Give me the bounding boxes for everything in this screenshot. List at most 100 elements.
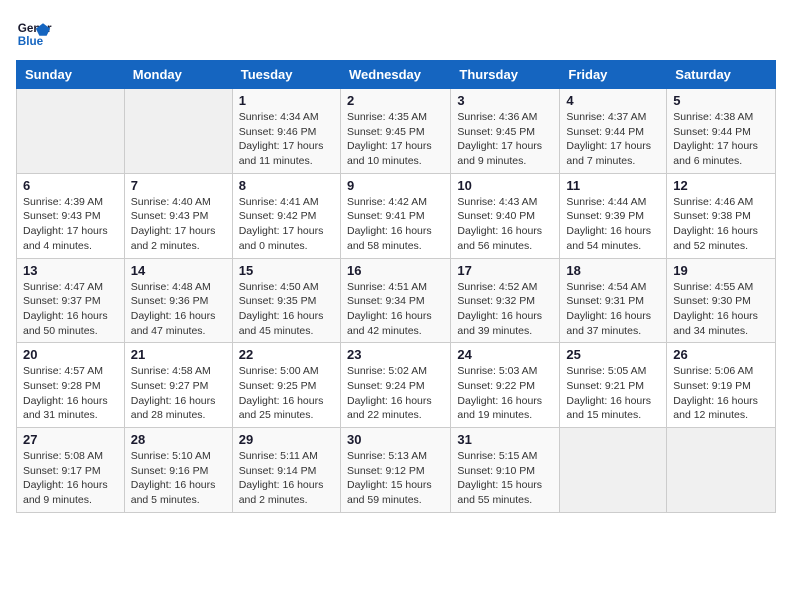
day-number: 10 [457,178,553,193]
calendar-cell: 2 Sunrise: 4:35 AM Sunset: 9:45 PM Daylig… [340,89,450,174]
calendar-cell: 13 Sunrise: 4:47 AM Sunset: 9:37 PM Dayli… [17,258,125,343]
day-number: 27 [23,432,118,447]
day-number: 2 [347,93,444,108]
day-number: 6 [23,178,118,193]
calendar-cell: 16 Sunrise: 4:51 AM Sunset: 9:34 PM Dayli… [340,258,450,343]
header-sunday: Sunday [17,61,125,89]
day-info: Sunrise: 4:52 AM Sunset: 9:32 PM Dayligh… [457,280,553,339]
day-number: 23 [347,347,444,362]
day-info: Sunrise: 5:05 AM Sunset: 9:21 PM Dayligh… [566,364,660,423]
logo: General Blue [16,16,52,52]
header-monday: Monday [124,61,232,89]
day-info: Sunrise: 4:51 AM Sunset: 9:34 PM Dayligh… [347,280,444,339]
day-info: Sunrise: 5:03 AM Sunset: 9:22 PM Dayligh… [457,364,553,423]
calendar-cell: 30 Sunrise: 5:13 AM Sunset: 9:12 PM Dayli… [340,428,450,513]
day-info: Sunrise: 5:13 AM Sunset: 9:12 PM Dayligh… [347,449,444,508]
day-info: Sunrise: 5:00 AM Sunset: 9:25 PM Dayligh… [239,364,334,423]
calendar-cell: 7 Sunrise: 4:40 AM Sunset: 9:43 PM Daylig… [124,173,232,258]
header-thursday: Thursday [451,61,560,89]
day-info: Sunrise: 5:08 AM Sunset: 9:17 PM Dayligh… [23,449,118,508]
calendar-week-4: 20 Sunrise: 4:57 AM Sunset: 9:28 PM Dayli… [17,343,776,428]
calendar-table: SundayMondayTuesdayWednesdayThursdayFrid… [16,60,776,513]
day-number: 22 [239,347,334,362]
day-info: Sunrise: 5:10 AM Sunset: 9:16 PM Dayligh… [131,449,226,508]
day-number: 28 [131,432,226,447]
day-number: 20 [23,347,118,362]
calendar-week-5: 27 Sunrise: 5:08 AM Sunset: 9:17 PM Dayli… [17,428,776,513]
header-wednesday: Wednesday [340,61,450,89]
calendar-cell: 1 Sunrise: 4:34 AM Sunset: 9:46 PM Daylig… [232,89,340,174]
day-number: 30 [347,432,444,447]
day-info: Sunrise: 4:46 AM Sunset: 9:38 PM Dayligh… [673,195,769,254]
day-number: 19 [673,263,769,278]
calendar-cell: 11 Sunrise: 4:44 AM Sunset: 9:39 PM Dayli… [560,173,667,258]
calendar-cell: 12 Sunrise: 4:46 AM Sunset: 9:38 PM Dayli… [667,173,776,258]
day-info: Sunrise: 4:44 AM Sunset: 9:39 PM Dayligh… [566,195,660,254]
header: General Blue [16,16,776,52]
day-number: 16 [347,263,444,278]
day-info: Sunrise: 5:15 AM Sunset: 9:10 PM Dayligh… [457,449,553,508]
calendar-cell: 25 Sunrise: 5:05 AM Sunset: 9:21 PM Dayli… [560,343,667,428]
svg-text:Blue: Blue [18,35,44,48]
day-number: 29 [239,432,334,447]
day-number: 17 [457,263,553,278]
day-number: 12 [673,178,769,193]
calendar-header-row: SundayMondayTuesdayWednesdayThursdayFrid… [17,61,776,89]
calendar-cell: 18Sunrise: 4:54 AM Sunset: 9:31 PM Dayli… [560,258,667,343]
day-number: 9 [347,178,444,193]
day-number: 5 [673,93,769,108]
day-number: 25 [566,347,660,362]
header-friday: Friday [560,61,667,89]
calendar-cell: 27 Sunrise: 5:08 AM Sunset: 9:17 PM Dayli… [17,428,125,513]
day-number: 11 [566,178,660,193]
day-number: 13 [23,263,118,278]
calendar-cell [667,428,776,513]
calendar-cell: 19 Sunrise: 4:55 AM Sunset: 9:30 PM Dayli… [667,258,776,343]
calendar-cell: 28 Sunrise: 5:10 AM Sunset: 9:16 PM Dayli… [124,428,232,513]
calendar-cell: 29 Sunrise: 5:11 AM Sunset: 9:14 PM Dayli… [232,428,340,513]
header-tuesday: Tuesday [232,61,340,89]
calendar-cell: 21 Sunrise: 4:58 AM Sunset: 9:27 PM Dayli… [124,343,232,428]
day-info: Sunrise: 4:38 AM Sunset: 9:44 PM Dayligh… [673,110,769,169]
day-info: Sunrise: 4:57 AM Sunset: 9:28 PM Dayligh… [23,364,118,423]
day-info: Sunrise: 5:06 AM Sunset: 9:19 PM Dayligh… [673,364,769,423]
day-number: 7 [131,178,226,193]
calendar-cell [560,428,667,513]
day-info: Sunrise: 4:37 AM Sunset: 9:44 PM Dayligh… [566,110,660,169]
calendar-week-2: 6Sunrise: 4:39 AM Sunset: 9:43 PM Daylig… [17,173,776,258]
day-number: 15 [239,263,334,278]
day-number: 14 [131,263,226,278]
day-number: 26 [673,347,769,362]
calendar-cell [124,89,232,174]
calendar-cell: 8 Sunrise: 4:41 AM Sunset: 9:42 PM Daylig… [232,173,340,258]
calendar-cell: 3 Sunrise: 4:36 AM Sunset: 9:45 PM Daylig… [451,89,560,174]
day-info: Sunrise: 4:35 AM Sunset: 9:45 PM Dayligh… [347,110,444,169]
day-info: Sunrise: 4:47 AM Sunset: 9:37 PM Dayligh… [23,280,118,339]
day-number: 8 [239,178,334,193]
day-number: 3 [457,93,553,108]
day-info: Sunrise: 4:34 AM Sunset: 9:46 PM Dayligh… [239,110,334,169]
calendar-cell: 26 Sunrise: 5:06 AM Sunset: 9:19 PM Dayli… [667,343,776,428]
logo-icon: General Blue [16,16,52,52]
calendar-cell [17,89,125,174]
calendar-cell: 5 Sunrise: 4:38 AM Sunset: 9:44 PM Daylig… [667,89,776,174]
day-info: Sunrise: 4:36 AM Sunset: 9:45 PM Dayligh… [457,110,553,169]
day-info: Sunrise: 4:40 AM Sunset: 9:43 PM Dayligh… [131,195,226,254]
calendar-cell: 14 Sunrise: 4:48 AM Sunset: 9:36 PM Dayli… [124,258,232,343]
calendar-cell: 10Sunrise: 4:43 AM Sunset: 9:40 PM Dayli… [451,173,560,258]
calendar-week-3: 13 Sunrise: 4:47 AM Sunset: 9:37 PM Dayli… [17,258,776,343]
day-info: Sunrise: 4:41 AM Sunset: 9:42 PM Dayligh… [239,195,334,254]
day-info: Sunrise: 4:48 AM Sunset: 9:36 PM Dayligh… [131,280,226,339]
day-number: 18 [566,263,660,278]
day-number: 4 [566,93,660,108]
day-info: Sunrise: 4:55 AM Sunset: 9:30 PM Dayligh… [673,280,769,339]
day-info: Sunrise: 5:11 AM Sunset: 9:14 PM Dayligh… [239,449,334,508]
day-number: 21 [131,347,226,362]
day-number: 24 [457,347,553,362]
day-info: Sunrise: 4:58 AM Sunset: 9:27 PM Dayligh… [131,364,226,423]
day-info: Sunrise: 5:02 AM Sunset: 9:24 PM Dayligh… [347,364,444,423]
day-number: 1 [239,93,334,108]
calendar-week-1: 1 Sunrise: 4:34 AM Sunset: 9:46 PM Daylig… [17,89,776,174]
calendar-cell: 4 Sunrise: 4:37 AM Sunset: 9:44 PM Daylig… [560,89,667,174]
day-info: Sunrise: 4:42 AM Sunset: 9:41 PM Dayligh… [347,195,444,254]
